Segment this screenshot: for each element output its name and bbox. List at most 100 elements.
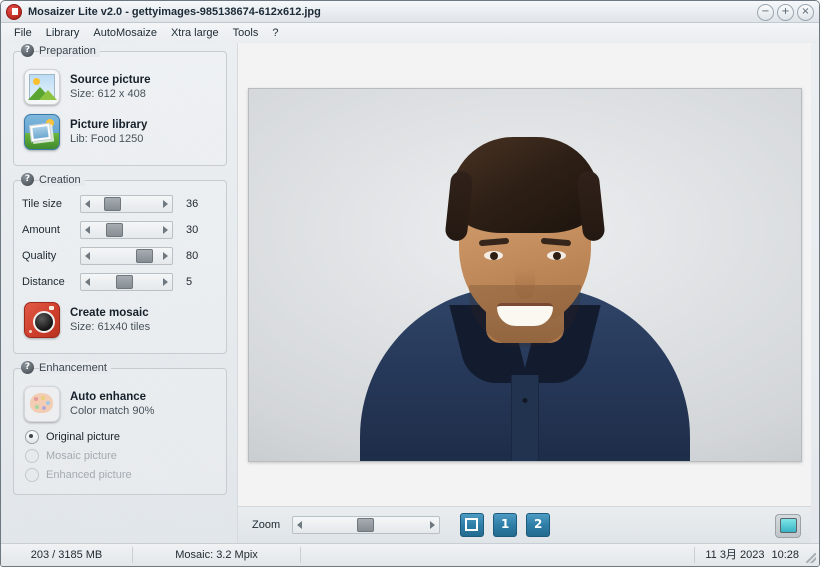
quality-value: 80 [186, 250, 199, 262]
picture-library-title: Picture library [70, 119, 148, 131]
decrease-icon[interactable] [85, 200, 90, 208]
distance-label: Distance [22, 276, 65, 288]
decrease-icon[interactable] [85, 278, 90, 286]
application-window: Mosaizer Lite v2.0 - gettyimages-9851386… [0, 0, 820, 567]
zoom-slider[interactable] [292, 516, 441, 534]
mosaic-status: Mosaic: 3.2 Mpix [133, 547, 301, 563]
fit-to-screen-button[interactable] [460, 513, 485, 537]
preparation-header: ? Preparation [17, 44, 104, 57]
picture-library-name: Lib: Food 1250 [70, 133, 144, 145]
amount-slider[interactable] [80, 221, 173, 239]
slider-thumb[interactable] [116, 275, 133, 289]
help-icon[interactable]: ? [21, 44, 34, 57]
sidebar: Source picture Size: 612 x 408 Picture l… [1, 43, 237, 543]
zoom-out-icon[interactable] [297, 521, 303, 529]
increase-icon[interactable] [163, 252, 168, 260]
create-mosaic-size: Size: 61x40 tiles [70, 321, 151, 333]
help-icon[interactable]: ? [21, 361, 34, 374]
status-time: 10:28 [771, 549, 799, 561]
menu-xtra-large[interactable]: Xtra large [164, 25, 226, 41]
auto-enhance-item[interactable]: Auto enhance Color match 90% [22, 383, 218, 425]
photo-viewport[interactable] [238, 43, 811, 506]
source-picture-size: Size: 612 x 408 [70, 88, 146, 100]
quality-label: Quality [22, 250, 57, 262]
menu-library[interactable]: Library [39, 25, 87, 41]
resize-grip[interactable] [806, 553, 816, 563]
source-picture-item[interactable]: Source picture Size: 612 x 408 [22, 66, 218, 108]
radio-button[interactable] [25, 430, 39, 444]
amount-row: Amount 30 [22, 221, 218, 239]
decrease-icon[interactable] [85, 226, 90, 234]
increase-icon[interactable] [163, 278, 168, 286]
workspace: Source picture Size: 612 x 408 Picture l… [1, 43, 819, 543]
source-picture-title: Source picture [70, 74, 151, 86]
create-mosaic-title: Create mosaic [70, 307, 149, 319]
quality-row: Quality 80 [22, 247, 218, 265]
preparation-title: Preparation [39, 44, 100, 57]
distance-slider[interactable] [80, 273, 173, 291]
radio-mosaic-picture: Mosaic picture [25, 449, 218, 463]
status-bar: 203 / 3185 MB Mosaic: 3.2 Mpix 11 3月 202… [1, 543, 819, 566]
tile-size-slider[interactable] [80, 195, 173, 213]
monitor-icon[interactable] [775, 514, 801, 538]
library-icon [24, 114, 60, 150]
menu-automosaize[interactable]: AutoMosaize [86, 25, 164, 41]
fit-to-screen-icon [465, 518, 479, 531]
preparation-group: Source picture Size: 612 x 408 Picture l… [13, 44, 227, 166]
creation-group: Tile size 36 Amount 30 Quality 80 Distan… [13, 173, 227, 354]
camera-icon [24, 302, 60, 338]
status-spare [301, 547, 694, 563]
enhancement-header: ? Enhancement [17, 361, 115, 374]
radio-enhanced-picture: Enhanced picture [25, 468, 218, 482]
status-datetime: 11 3月 2023 10:28 [694, 547, 819, 563]
title-bar: Mosaizer Lite v2.0 - gettyimages-9851386… [1, 1, 819, 23]
app-icon [6, 3, 22, 20]
slider-thumb[interactable] [104, 197, 121, 211]
decrease-icon[interactable] [85, 252, 90, 260]
window-title: Mosaizer Lite v2.0 - gettyimages-9851386… [28, 5, 321, 18]
palette-icon [24, 386, 60, 422]
zoom-1x-button[interactable]: 1 [493, 513, 518, 537]
close-button[interactable]: × [797, 4, 814, 21]
increase-icon[interactable] [163, 200, 168, 208]
picture-library-item[interactable]: Picture library Lib: Food 1250 [22, 111, 218, 153]
radio-label: Original picture [46, 431, 120, 443]
zoom-slider-thumb[interactable] [357, 518, 375, 532]
radio-original-picture[interactable]: Original picture [25, 430, 218, 444]
tile-size-label: Tile size [22, 198, 62, 210]
enhancement-title: Enhancement [39, 361, 111, 374]
creation-title: Creation [39, 173, 85, 186]
memory-status: 203 / 3185 MB [1, 547, 133, 563]
radio-label: Enhanced picture [46, 469, 132, 481]
creation-header: ? Creation [17, 173, 89, 186]
window-controls: − + × [757, 4, 814, 21]
picture-icon [24, 69, 60, 105]
zoom-2x-button[interactable]: 2 [526, 513, 551, 537]
amount-label: Amount [22, 224, 60, 236]
distance-row: Distance 5 [22, 273, 218, 291]
increase-icon[interactable] [163, 226, 168, 234]
canvas-area: Zoom 1 2 [237, 43, 811, 543]
radio-label: Mosaic picture [46, 450, 117, 462]
tile-size-value: 36 [186, 198, 199, 210]
auto-enhance-title: Auto enhance [70, 391, 147, 403]
zoom-toolbar: Zoom 1 2 [238, 506, 811, 543]
create-mosaic-item[interactable]: Create mosaic Size: 61x40 tiles [22, 299, 218, 341]
quality-slider[interactable] [80, 247, 173, 265]
zoom-label: Zoom [252, 519, 281, 531]
slider-thumb[interactable] [106, 223, 123, 237]
minimize-button[interactable]: − [757, 4, 774, 21]
auto-enhance-match: Color match 90% [70, 405, 155, 417]
status-date: 11 3月 2023 [705, 549, 765, 561]
amount-value: 30 [186, 224, 199, 236]
enhancement-group: Auto enhance Color match 90% Original pi… [13, 361, 227, 495]
help-icon[interactable]: ? [21, 173, 34, 186]
menu-file[interactable]: File [7, 25, 39, 41]
slider-thumb[interactable] [136, 249, 153, 263]
menu-help[interactable]: ? [265, 25, 285, 41]
source-photo[interactable] [247, 87, 802, 462]
tile-size-row: Tile size 36 [22, 195, 218, 213]
maximize-button[interactable]: + [777, 4, 794, 21]
menu-tools[interactable]: Tools [226, 25, 266, 41]
zoom-in-icon[interactable] [430, 521, 436, 529]
